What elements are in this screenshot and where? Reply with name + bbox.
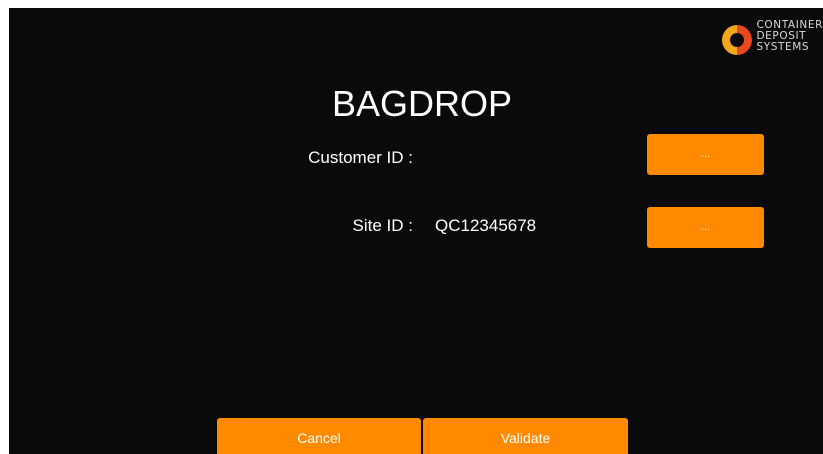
site-id-select-button[interactable]: ...	[647, 207, 764, 248]
customer-id-label: Customer ID :	[308, 148, 413, 167]
app-screen: CONTAINER DEPOSIT SYSTEMS BAGDROP Custom…	[9, 8, 823, 454]
validate-button[interactable]: Validate	[423, 418, 628, 454]
brand-logo: CONTAINER DEPOSIT SYSTEMS	[722, 20, 823, 57]
brand-logo-text: CONTAINER DEPOSIT SYSTEMS	[756, 20, 823, 53]
customer-id-select-button[interactable]: ...	[647, 134, 764, 175]
page-title: BAGDROP	[331, 83, 513, 124]
container-deposit-systems-logo-icon	[722, 25, 753, 55]
site-id-value: QC12345678	[435, 216, 537, 235]
cancel-button[interactable]: Cancel	[217, 418, 421, 454]
site-id-label: Site ID :	[352, 216, 413, 235]
logo-line-3: SYSTEMS	[756, 41, 810, 53]
